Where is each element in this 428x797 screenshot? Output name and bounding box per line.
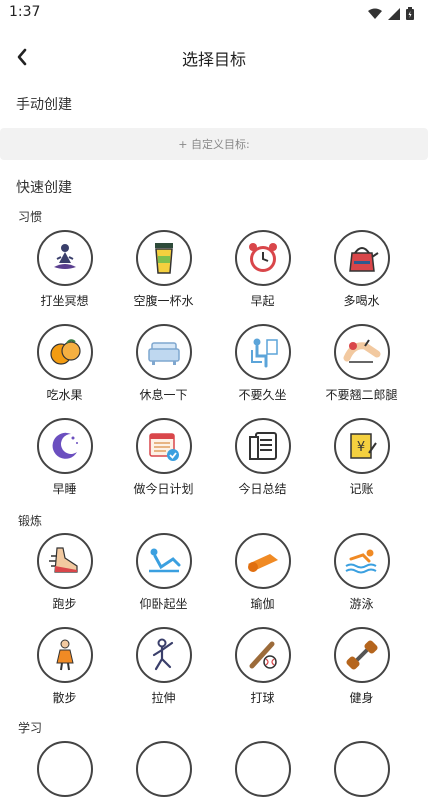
goal-item[interactable]: 休息一下 [114,324,213,403]
study-circle-icon [333,741,390,797]
document-summary-icon [234,418,291,474]
stretch-icon [135,627,192,683]
goal-item[interactable]: 空腹一杯水 [114,230,213,309]
sit-up-icon [135,533,192,589]
yoga-mat-icon [234,533,291,589]
dumbbell-icon [333,627,390,683]
custom-goal-input[interactable]: + 自定义目标: [0,128,428,160]
goal-item[interactable]: 游泳 [312,533,411,612]
goal-label: 早睡 [52,482,77,496]
wifi-icon [368,5,382,24]
goal-label: 空腹一杯水 [133,294,194,308]
goal-item[interactable]: 散步 [15,627,114,706]
goal-label: 瑜伽 [250,597,275,611]
goal-item[interactable]: 打坐冥想 [15,230,114,309]
goal-item[interactable]: 健身 [312,627,411,706]
goal-label: 打坐冥想 [40,294,89,308]
status-bar: 1:37 [0,0,428,26]
goal-label: 健身 [349,691,374,705]
goal-label: 记账 [349,482,374,496]
sitting-person-icon [234,324,291,380]
calendar-check-icon [135,418,192,474]
header: 选择目标 [0,38,428,78]
goal-label: 多喝水 [343,294,380,308]
study-circle-icon [135,741,192,797]
goal-label: 不要久坐 [238,388,287,402]
crossed-legs-icon [333,324,390,380]
goal-item[interactable]: 不要翘二郎腿 [312,324,411,403]
sofa-icon [135,324,192,380]
walking-girl-icon [36,627,93,683]
goal-item[interactable]: 仰卧起坐 [114,533,213,612]
goal-label: 拉伸 [151,691,176,705]
goal-label: 打球 [250,691,275,705]
goal-item[interactable]: 拉伸 [114,627,213,706]
quick-section-title: 快速创建 [16,180,72,196]
battery-icon [406,5,414,24]
svg-text:¥: ¥ [356,440,364,455]
goal-label: 不要翘二郎腿 [325,388,398,402]
goal-item-partial[interactable] [213,741,312,797]
goal-item[interactable]: 早起 [213,230,312,309]
signal-icon [388,5,400,24]
ledger-yen-icon: ¥ [333,418,390,474]
goal-label: 今日总结 [238,482,287,496]
baseball-icon [234,627,291,683]
category-habit-title: 习惯 [18,210,43,224]
goal-item[interactable]: 今日总结 [213,418,312,497]
goal-item[interactable]: 打球 [213,627,312,706]
goal-item[interactable]: 做今日计划 [114,418,213,497]
goal-item[interactable]: 多喝水 [312,230,411,309]
alarm-clock-icon [234,230,291,286]
goal-label: 做今日计划 [133,482,194,496]
page-title: 选择目标 [181,50,246,69]
goal-item-partial[interactable] [114,741,213,797]
goal-label: 游泳 [349,597,374,611]
fruit-icon [36,324,93,380]
running-shoe-icon [36,533,93,589]
goal-label: 休息一下 [139,388,188,402]
category-exercise-title: 锻炼 [18,514,43,528]
goal-label: 散步 [52,691,77,705]
goal-label: 早起 [250,294,275,308]
swimmer-icon [333,533,390,589]
kettle-icon [333,230,390,286]
goal-label: 吃水果 [46,388,83,402]
study-circle-icon [36,741,93,797]
goal-item[interactable]: 吃水果 [15,324,114,403]
status-icons [368,5,414,24]
water-cup-icon [135,230,192,286]
moon-icon [36,418,93,474]
goal-label: 跑步 [52,597,77,611]
goal-item-partial[interactable] [15,741,114,797]
status-time: 1:37 [9,4,41,20]
goal-item-partial[interactable] [312,741,411,797]
category-study-title: 学习 [18,721,43,735]
goal-item[interactable]: 瑜伽 [213,533,312,612]
study-circle-icon [234,741,291,797]
goal-item[interactable]: 不要久坐 [213,324,312,403]
goal-item[interactable]: 跑步 [15,533,114,612]
manual-section-title: 手动创建 [16,97,72,113]
goal-item[interactable]: 早睡 [15,418,114,497]
meditation-icon [36,230,93,286]
goal-item[interactable]: ¥ 记账 [312,418,411,497]
goal-label: 仰卧起坐 [139,597,188,611]
